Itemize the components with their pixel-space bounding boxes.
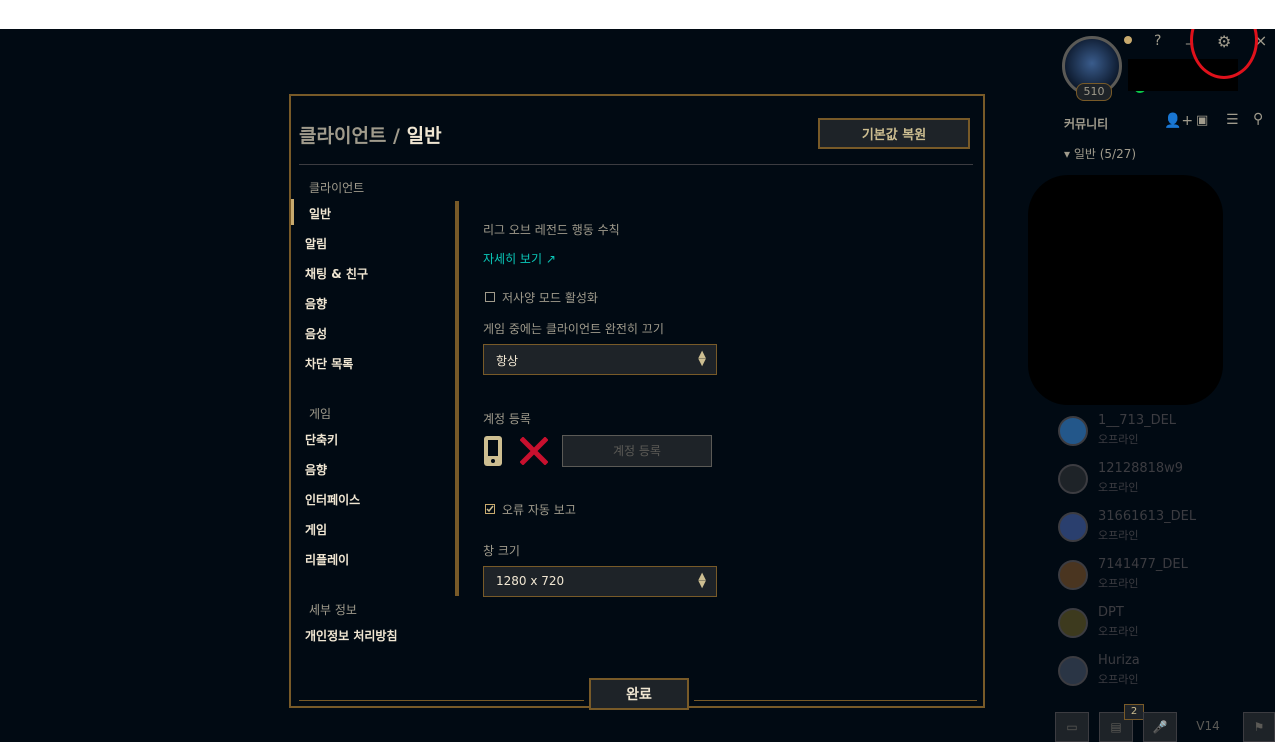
friend-avatar [1058,416,1088,446]
close-client-select[interactable]: 항상 ▲ ▼ [483,344,717,375]
social-panel: 커뮤니티 👤+ ▣ ☰ ⚲ ▾ 일반 (5/27) 1__713_DEL 오프라… [1028,29,1275,742]
nav-item-client-sound[interactable]: 음향 [305,295,327,312]
friend-group-header[interactable]: ▾ 일반 (5/27) [1064,145,1136,162]
nav-group-client: 클라이언트 [309,181,365,195]
friend-status: 오프라인 [1098,529,1139,542]
notification-badge: 2 [1124,704,1144,720]
done-button[interactable]: 완료 [589,678,689,710]
modal-title: 클라이언트 / 일반 [299,125,442,147]
low-spec-mode-checkbox[interactable] [485,292,495,302]
friend-list-item[interactable]: DPT 오프라인 [1058,603,1268,643]
nav-item-voice[interactable]: 음성 [305,325,327,342]
bug-report-icon[interactable]: ⚑ [1243,712,1275,742]
close-client-value: 항상 [496,354,519,368]
list-view-icon[interactable]: ☰ [1226,112,1239,128]
auto-error-report-label[interactable]: 오류 자동 보고 [502,501,576,518]
restore-defaults-button[interactable]: 기본값 복원 [818,118,970,149]
friend-list-item[interactable]: Huriza 오프라인 [1058,651,1268,691]
friend-list-item[interactable]: 7141477_DEL 오프라인 [1058,555,1268,595]
view-details-link[interactable]: 자세히 보기 ↗ [483,250,556,267]
friend-name: 1__713_DEL [1098,413,1177,428]
close-client-label: 게임 중에는 클라이언트 완전히 끄기 [483,322,664,336]
modal-bottom-line-left [299,700,584,701]
friend-status: 오프라인 [1098,433,1139,446]
league-client-window: 510 ? _ ⚙ × 클라이언트 / 일반 기본값 복원 클라이언트 일반 알… [0,29,1275,742]
low-spec-mode-label[interactable]: 저사양 모드 활성화 [502,289,598,306]
nav-item-hotkeys[interactable]: 단축키 [305,431,338,448]
friend-list-item[interactable]: 12128818w9 오프라인 [1058,459,1268,499]
friend-status: 오프라인 [1098,625,1139,638]
code-of-conduct-label: 리그 오브 레전드 행동 수칙 [483,223,620,237]
title-divider [299,164,973,165]
window-size-label: 창 크기 [483,544,520,558]
chevron-up-down-icon: ▲ ▼ [698,349,706,368]
nav-item-block-list[interactable]: 차단 목록 [305,355,353,372]
window-size-value: 1280 x 720 [496,574,565,588]
nav-item-replays[interactable]: 리플레이 [305,551,349,568]
nav-item-notifications[interactable]: 알림 [305,235,327,252]
social-header: 커뮤니티 [1064,117,1109,131]
nav-item-game[interactable]: 게임 [305,521,327,538]
friend-list-item[interactable]: 31661613_DEL 오프라인 [1058,507,1268,547]
friend-name: Huriza [1098,653,1140,668]
nav-group-details: 세부 정보 [309,603,357,617]
nav-item-general[interactable]: 일반 [309,205,331,222]
add-folder-icon[interactable]: ▣ [1196,113,1208,128]
bottom-toolbar: ▭ ▤ 2 🎤 V14 ⚑ [1055,704,1275,742]
add-friend-icon[interactable]: 👤+ [1164,113,1193,129]
window-size-select[interactable]: 1280 x 720 ▲ ▼ [483,566,717,597]
friend-status: 오프라인 [1098,673,1139,686]
friend-name: DPT [1098,605,1124,620]
chat-icon[interactable]: ▭ [1055,712,1089,742]
settings-modal: 클라이언트 / 일반 기본값 복원 클라이언트 일반 알림 채팅 & 친구 음향… [289,94,985,710]
version-label: V14 [1196,719,1220,733]
friend-avatar [1058,512,1088,542]
redaction-mark [1028,175,1223,405]
friend-avatar [1058,608,1088,638]
friend-status: 오프라인 [1098,481,1139,494]
microphone-icon[interactable]: 🎤 [1143,712,1177,742]
friend-list-item[interactable]: 1__713_DEL 오프라인 [1058,411,1268,451]
friend-name: 31661613_DEL [1098,509,1197,524]
nav-item-privacy-policy[interactable]: 개인정보 처리방침 [305,627,398,644]
account-register-label: 계정 등록 [483,412,531,426]
modal-bottom-line-right [694,700,977,701]
nav-item-chat-friends[interactable]: 채팅 & 친구 [305,265,368,282]
phone-icon [483,435,503,467]
chevron-up-down-icon: ▲ ▼ [698,571,706,590]
friend-avatar [1058,656,1088,686]
nav-group-game: 게임 [309,407,332,421]
auto-error-report-checkbox[interactable] [485,504,495,514]
friend-status: 오프라인 [1098,577,1139,590]
friend-avatar [1058,560,1088,590]
nav-scrollbar[interactable] [455,201,459,596]
search-icon[interactable]: ⚲ [1253,111,1263,127]
friend-avatar [1058,464,1088,494]
account-register-button[interactable]: 계정 등록 [562,435,712,467]
nav-item-game-sound[interactable]: 음향 [305,461,327,478]
friend-name: 7141477_DEL [1098,557,1188,572]
nav-active-indicator [291,199,294,225]
friend-name: 12128818w9 [1098,461,1184,476]
cross-icon [519,436,549,466]
nav-item-interface[interactable]: 인터페이스 [305,491,360,508]
